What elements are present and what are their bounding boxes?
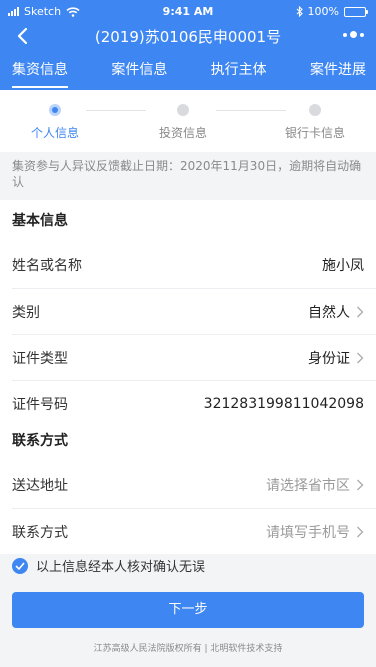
id-number-label: 证件号码 bbox=[12, 396, 68, 413]
name-label: 姓名或名称 bbox=[12, 258, 82, 274]
nav-bar: (2019)苏0106民申0001号 bbox=[0, 22, 376, 50]
deadline-notice: 集资参与人异议反馈截止日期：2020年11月30日，逾期将自动确认 bbox=[12, 159, 362, 189]
address-placeholder: 请选择省市区 bbox=[266, 478, 350, 494]
battery-percent: 100% bbox=[307, 5, 339, 18]
section-heading: 基本信息 bbox=[12, 213, 68, 229]
id-type-value: 身份证 bbox=[308, 350, 350, 367]
confirm-checkbox[interactable]: 以上信息经本人核对确认无误 bbox=[12, 556, 205, 575]
tab-case-info[interactable]: 案件信息 bbox=[111, 56, 167, 94]
category-label: 类别 bbox=[12, 304, 40, 321]
phone-placeholder: 请填写手机号 bbox=[266, 524, 350, 541]
confirm-text: 以上信息经本人核对确认无误 bbox=[36, 560, 206, 575]
step-label: 银行卡信息 bbox=[284, 126, 345, 140]
step-label: 个人信息 bbox=[30, 126, 79, 140]
tab-execution-subject[interactable]: 执行主体 bbox=[211, 56, 267, 94]
id-type-label: 证件类型 bbox=[12, 350, 68, 367]
progress-steps: 个人信息 投资信息 银行卡信息 bbox=[0, 90, 376, 152]
category-row[interactable]: 类别 自然人 bbox=[12, 288, 376, 334]
tab-case-progress[interactable]: 案件进展 bbox=[310, 56, 366, 94]
chevron-right-icon bbox=[357, 352, 364, 363]
phone-row[interactable]: 联系方式 请填写手机号 bbox=[12, 508, 376, 554]
chevron-right-icon bbox=[357, 526, 364, 537]
battery-icon bbox=[344, 6, 368, 17]
bluetooth-icon bbox=[296, 6, 303, 17]
status-bar: Sketch 9:41 AM 100% bbox=[0, 0, 376, 22]
step-bank-card-info: 银行卡信息 bbox=[260, 104, 370, 141]
name-value: 施小凤 bbox=[322, 258, 364, 274]
step-dot bbox=[309, 104, 321, 116]
section-heading: 联系方式 bbox=[12, 433, 68, 449]
chevron-right-icon bbox=[357, 306, 364, 317]
id-type-row[interactable]: 证件类型 身份证 bbox=[12, 334, 376, 380]
tab-bar: 集资信息 案件信息 执行主体 案件进展 bbox=[0, 56, 376, 94]
step-dot bbox=[177, 104, 189, 116]
chevron-right-icon bbox=[357, 479, 364, 491]
address-label: 送达地址 bbox=[12, 478, 68, 494]
address-row[interactable]: 送达地址 请选择省市区 bbox=[12, 462, 376, 508]
next-button[interactable]: 下一步 bbox=[12, 592, 364, 628]
page-title: (2019)苏0106民申0001号 bbox=[94, 28, 282, 46]
step-dot bbox=[49, 104, 61, 116]
back-arrow-icon[interactable] bbox=[12, 25, 34, 47]
step-personal-info: 个人信息 bbox=[0, 104, 110, 141]
step-investment-info: 投资信息 bbox=[128, 104, 238, 141]
category-value: 自然人 bbox=[308, 304, 350, 321]
more-options-icon[interactable] bbox=[343, 31, 364, 38]
step-label: 投资信息 bbox=[158, 126, 207, 140]
name-row: 姓名或名称 施小凤 bbox=[12, 242, 376, 288]
footer-copyright: 江苏高级人民法院版权所有 | 北明软件技术支持 bbox=[93, 644, 283, 654]
contact-section: 联系方式 送达地址 请选择省市区 联系方式 请填写手机号 bbox=[0, 420, 376, 554]
basic-info-section: 基本信息 姓名或名称 施小凤 类别 自然人 证件类型 身份证 证件号码 3212… bbox=[0, 200, 376, 426]
id-number-value: 321283199811042098 bbox=[203, 395, 364, 412]
check-icon[interactable] bbox=[12, 557, 28, 574]
tab-fundraising-info[interactable]: 集资信息 bbox=[12, 56, 68, 94]
phone-label: 联系方式 bbox=[12, 524, 68, 541]
